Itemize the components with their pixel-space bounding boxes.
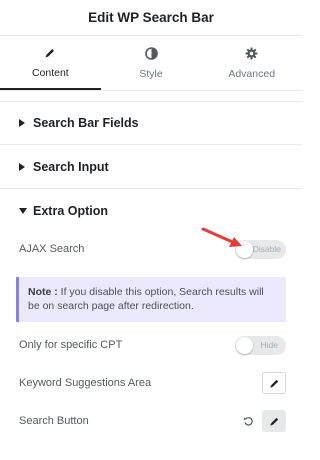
section-title: Search Input <box>33 159 109 174</box>
ajax-search-toggle[interactable]: Disable <box>235 239 286 259</box>
pencil-icon <box>269 378 280 389</box>
section-search-bar-fields[interactable]: Search Bar Fields <box>0 101 302 145</box>
search-button-row: Search Button <box>0 409 302 433</box>
edit-search-button-button[interactable] <box>262 410 286 432</box>
section-extra-option: Extra Option AJAX Search Disable Note : … <box>0 189 302 433</box>
note-text: If you disable this option, Search resul… <box>28 286 264 312</box>
caret-down-icon <box>19 208 31 214</box>
panel-header: Edit WP Search Bar <box>0 0 302 36</box>
toggle-text: Hide <box>260 340 278 350</box>
keyword-suggestions-label: Keyword Suggestions Area <box>19 377 152 389</box>
search-button-label: Search Button <box>19 415 89 427</box>
tab-style-label: Style <box>139 67 163 80</box>
panel-body: Search Bar Fields Search Input Extra Opt… <box>0 91 302 433</box>
only-cpt-label: Only for specific CPT <box>19 339 123 351</box>
note-box: Note : If you disable this option, Searc… <box>16 277 286 322</box>
only-cpt-row: Only for specific CPT Hide <box>0 333 302 357</box>
tab-advanced[interactable]: Advanced <box>201 36 302 90</box>
ajax-search-row: AJAX Search Disable <box>0 233 302 265</box>
search-button-controls <box>242 410 286 432</box>
reset-icon[interactable] <box>242 415 254 427</box>
panel-title: Edit WP Search Bar <box>88 10 214 25</box>
tab-bar: Content Style Advanced <box>0 36 302 91</box>
section-extra-option-header[interactable]: Extra Option <box>0 189 302 233</box>
tab-content[interactable]: Content <box>0 36 101 90</box>
caret-right-icon <box>19 119 31 127</box>
section-search-input[interactable]: Search Input <box>0 145 302 189</box>
caret-right-icon <box>19 162 31 171</box>
section-title: Search Bar Fields <box>33 116 139 130</box>
contrast-icon <box>144 47 158 61</box>
toggle-knob <box>236 336 253 354</box>
note-prefix: Note : <box>28 286 58 298</box>
tab-advanced-label: Advanced <box>228 67 276 80</box>
pencil-icon <box>269 416 280 427</box>
tab-style[interactable]: Style <box>101 36 202 90</box>
tab-content-label: Content <box>31 66 69 79</box>
edit-keyword-suggestions-button[interactable] <box>262 372 286 394</box>
section-title: Extra Option <box>33 204 109 218</box>
toggle-knob <box>236 240 253 258</box>
ajax-search-label: AJAX Search <box>19 243 85 255</box>
toggle-text: Disable <box>252 244 281 254</box>
only-cpt-toggle[interactable]: Hide <box>235 335 286 355</box>
keyword-suggestions-row: Keyword Suggestions Area <box>0 371 302 395</box>
pencil-icon <box>43 46 57 60</box>
gear-icon <box>245 47 259 61</box>
